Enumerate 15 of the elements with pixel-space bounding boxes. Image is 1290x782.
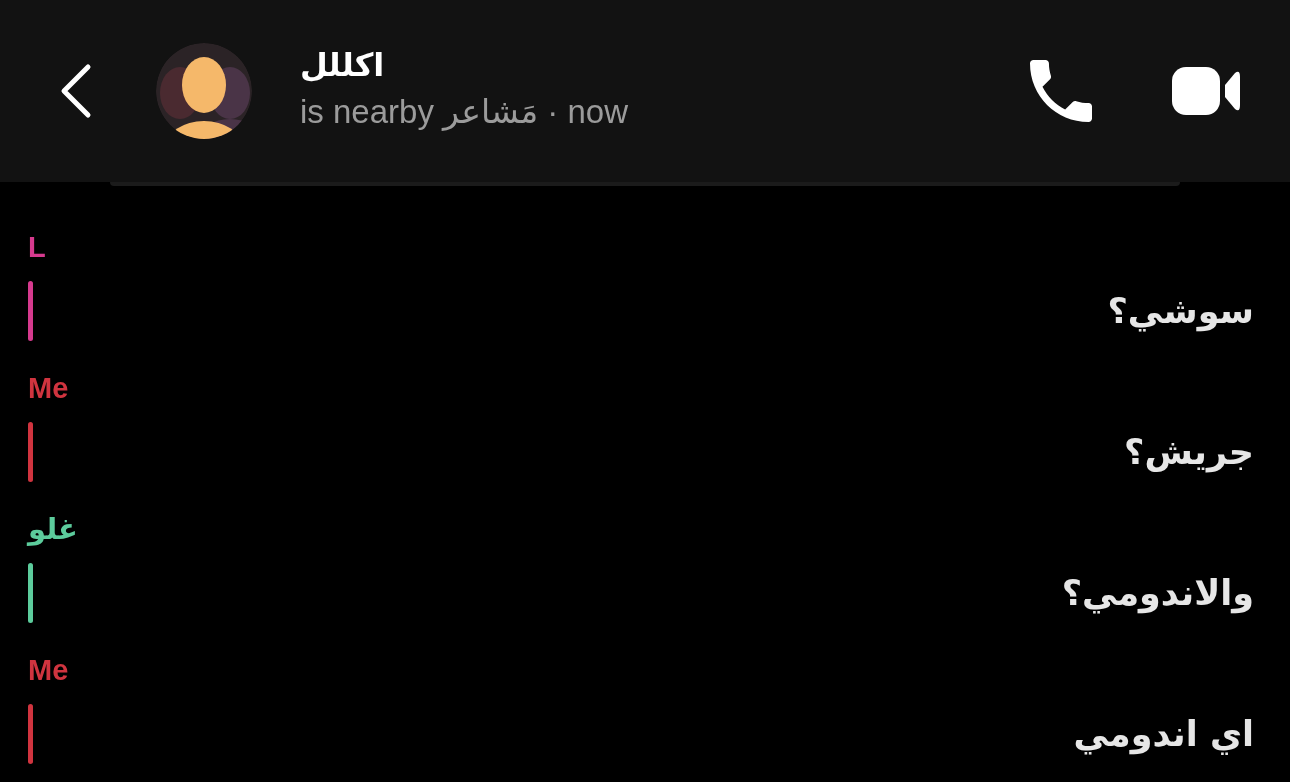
video-camera-icon [1172,67,1240,115]
phone-icon [1030,60,1092,122]
message-text: جريش؟ [1124,431,1254,475]
message-text: والاندومي؟ [1061,572,1254,616]
sender-name: Me [28,373,69,403]
contact-name: اكللل [300,45,385,86]
message-text: سوشي؟ [1107,290,1254,334]
sender-name: Me [28,655,69,685]
status-text: is nearby مَشاعر · now [300,92,629,133]
video-call-button[interactable] [1172,67,1240,115]
message-text: اي اندومي [1073,713,1254,757]
sender-name: L [28,232,46,262]
call-button[interactable] [1030,60,1092,122]
sender-name: غلو [28,514,78,544]
avatar-icon[interactable] [156,43,252,139]
